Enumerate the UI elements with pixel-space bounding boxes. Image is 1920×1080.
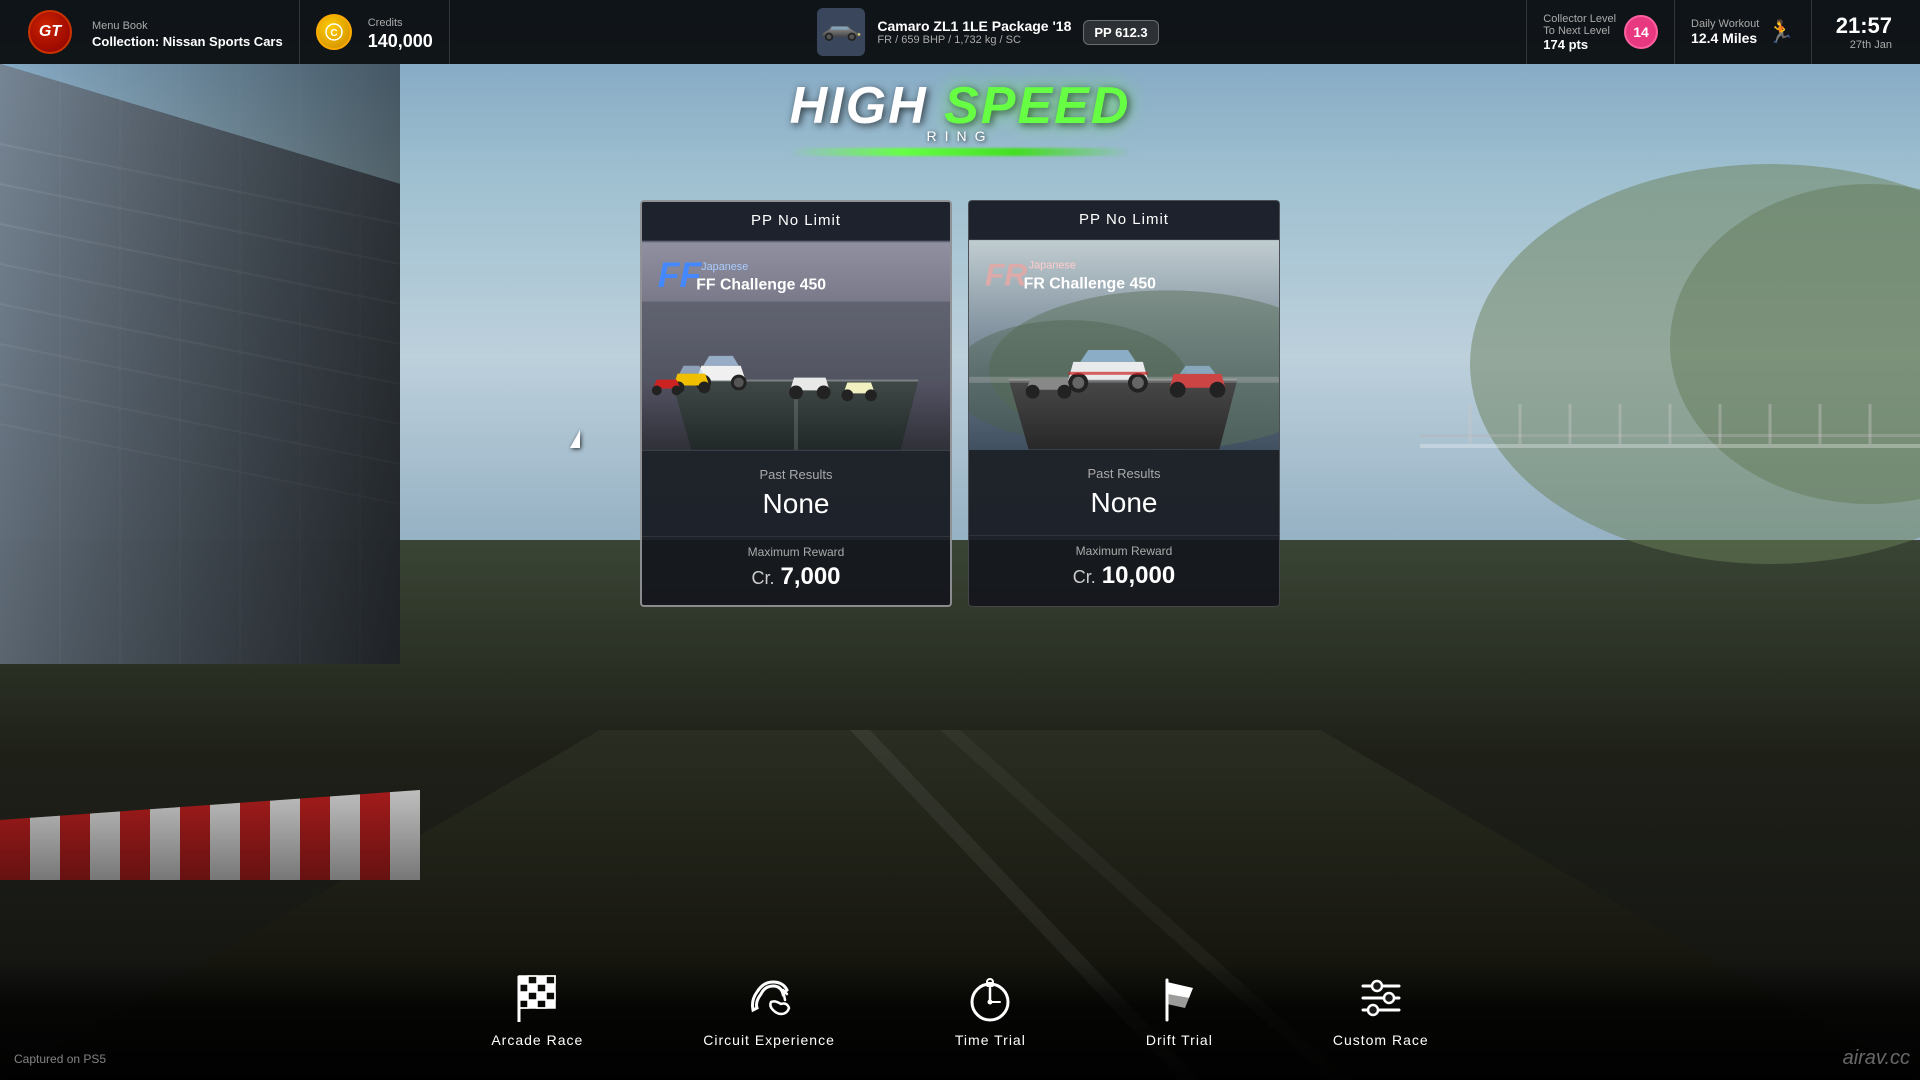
workout-section: Daily Workout 12.4 Miles 🏃 [1675, 0, 1812, 64]
bottom-navigation: Arcade Race Circuit Experience [0, 960, 1920, 1080]
airav-watermark: airav.cc [1843, 1047, 1910, 1070]
ff-reward-amount: 7,000 [780, 563, 840, 590]
fr-card-footer: Maximum Reward Cr. 10,000 [969, 535, 1279, 604]
ff-max-reward-label: Maximum Reward [658, 545, 934, 559]
car-icon [817, 8, 865, 56]
fr-past-results-label: Past Results [985, 466, 1263, 481]
ff-past-results-value: None [658, 488, 934, 520]
menu-book-subtitle: Collection: Nissan Sports Cars [92, 34, 283, 49]
nav-circuit-experience[interactable]: Circuit Experience [703, 972, 835, 1048]
menu-book-section: GT Menu Book Collection: Nissan Sports C… [12, 0, 300, 64]
runner-icon: 🏃 [1767, 19, 1794, 45]
ff-past-results-label: Past Results [658, 467, 934, 482]
custom-race-label: Custom Race [1333, 1032, 1429, 1048]
pp-badge: PP 612.3 [1083, 20, 1158, 45]
time-display: 21:57 27th Jan [1836, 13, 1892, 51]
captured-text: Captured on PS5 [14, 1052, 106, 1066]
arcade-race-label: Arcade Race [491, 1032, 583, 1048]
car-info-section[interactable]: Camaro ZL1 1LE Package '18 FR / 659 BHP … [450, 0, 1527, 64]
track-logo-swoosh [790, 148, 1131, 156]
ff-pp-limit: PP No Limit [751, 212, 841, 229]
fr-pp-limit: PP No Limit [1079, 211, 1169, 228]
workout-text: Daily Workout 12.4 Miles [1691, 18, 1759, 46]
sliders-icon [1355, 972, 1407, 1024]
menu-book-text: Menu Book Collection: Nissan Sports Cars [92, 16, 283, 49]
timer-icon [964, 972, 1016, 1024]
race-cards-container: PP No Limit [640, 200, 1280, 607]
fr-challenge-card[interactable]: PP No Limit [968, 200, 1280, 607]
collector-text: Collector Level To Next Level 174 pts [1543, 13, 1616, 52]
svg-text:FF Challenge 450: FF Challenge 450 [696, 277, 826, 294]
drift-trial-label: Drift Trial [1146, 1032, 1213, 1048]
credits-label: Credits [368, 17, 403, 29]
gt-logo: GT [28, 10, 72, 54]
nav-drift-trial[interactable]: Drift Trial [1146, 972, 1213, 1048]
fr-max-reward-label: Maximum Reward [985, 544, 1263, 558]
collector-section: Collector Level To Next Level 174 pts 14 [1527, 0, 1675, 64]
ff-reward-prefix: Cr. [751, 568, 774, 588]
time-section: 21:57 27th Jan [1812, 0, 1908, 64]
fr-reward-amount: 10,000 [1102, 562, 1175, 589]
credits-icon: C [316, 14, 352, 50]
svg-text:FR Challenge 450: FR Challenge 450 [1024, 275, 1157, 292]
track-name-high: HIGH [790, 77, 928, 135]
header: GT Menu Book Collection: Nissan Sports C… [0, 0, 1920, 64]
fr-card-header: PP No Limit [969, 201, 1279, 240]
car-specs: FR / 659 BHP / 1,732 kg / SC [877, 34, 1071, 46]
checkered-flag-icon [511, 972, 563, 1024]
collector-level-badge: 14 [1624, 15, 1658, 49]
date-value: 27th Jan [1836, 39, 1892, 51]
circuit-icon [743, 972, 795, 1024]
nav-arcade-race[interactable]: Arcade Race [491, 972, 583, 1048]
menu-book-label: Menu Book [92, 20, 148, 32]
nav-custom-race[interactable]: Custom Race [1333, 972, 1429, 1048]
circuit-experience-label: Circuit Experience [703, 1032, 835, 1048]
grandstand-left [0, 64, 400, 664]
fr-max-reward-value: Cr. 10,000 [985, 562, 1263, 590]
fr-card-body: Past Results None [969, 450, 1279, 527]
track-name-speed: SPEED [944, 77, 1130, 135]
collector-sub: To Next Level [1543, 25, 1616, 37]
track-logo-text: HIGH SPEED [790, 80, 1131, 132]
svg-text:Japanese: Japanese [1029, 259, 1076, 271]
fr-reward-prefix: Cr. [1073, 567, 1096, 587]
workout-label: Daily Workout [1691, 18, 1759, 30]
track-logo: HIGH SPEED RING [790, 80, 1131, 156]
credits-section: C Credits 140,000 [300, 0, 450, 64]
nav-time-trial[interactable]: Time Trial [955, 972, 1026, 1048]
collector-pts: 174 pts [1543, 37, 1616, 52]
svg-text:Japanese: Japanese [701, 261, 748, 273]
workout-value: 12.4 Miles [1691, 30, 1759, 46]
car-name-info: Camaro ZL1 1LE Package '18 FR / 659 BHP … [877, 18, 1071, 46]
fr-past-results-value: None [985, 487, 1263, 519]
ff-card-footer: Maximum Reward Cr. 7,000 [642, 536, 950, 605]
ff-max-reward-value: Cr. 7,000 [658, 563, 934, 591]
ff-card-image: FF Japanese FF Challenge 450 [642, 241, 950, 451]
fr-card-image: FR Japanese FR Challenge 450 [969, 240, 1279, 450]
svg-text:FR: FR [985, 256, 1027, 292]
ff-challenge-card[interactable]: PP No Limit [640, 200, 952, 607]
credits-text: Credits 140,000 [368, 13, 433, 52]
svg-text:C: C [330, 28, 337, 39]
background-right [1420, 64, 1920, 664]
ff-card-body: Past Results None [642, 451, 950, 528]
drift-flag-icon [1153, 972, 1205, 1024]
collector-label: Collector Level [1543, 13, 1616, 25]
time-value: 21:57 [1836, 13, 1892, 38]
car-name: Camaro ZL1 1LE Package '18 [877, 18, 1071, 34]
time-trial-label: Time Trial [955, 1032, 1026, 1048]
ff-card-header: PP No Limit [642, 202, 950, 241]
credits-value: 140,000 [368, 31, 433, 52]
